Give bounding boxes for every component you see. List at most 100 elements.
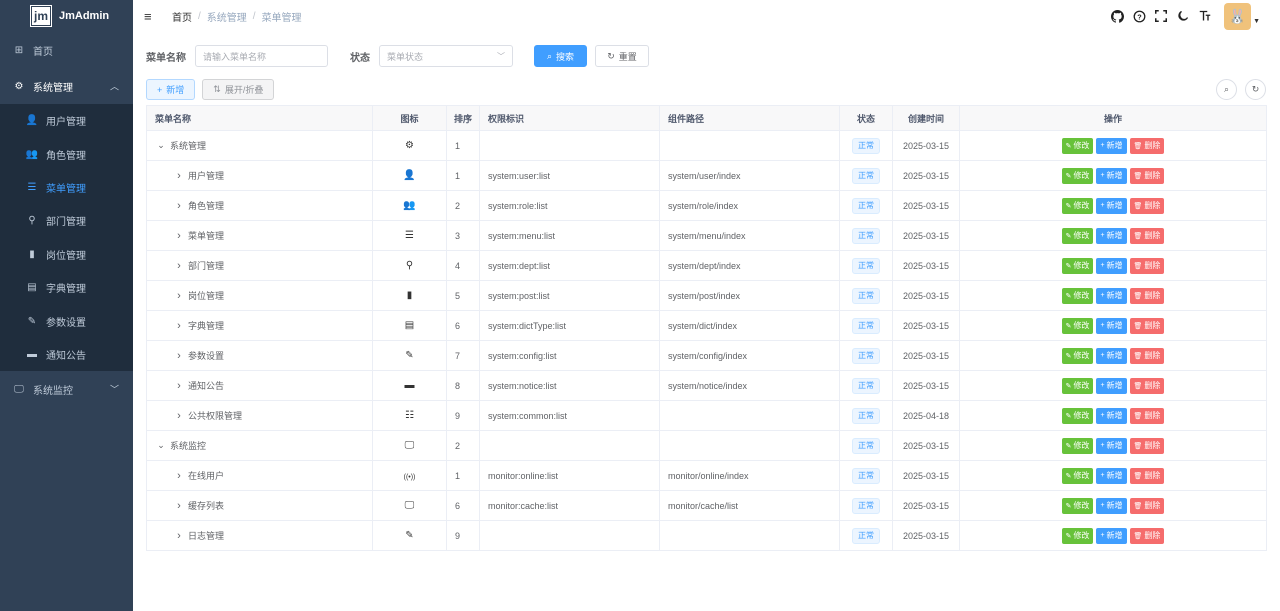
add-button[interactable]: + 新增 <box>146 79 196 100</box>
status-select[interactable]: 菜单状态 ﹀ <box>379 45 513 67</box>
chevron-right-icon[interactable]: › <box>173 500 185 512</box>
menu-name-cell: › 日志管理 <box>146 520 373 551</box>
delete-button[interactable]: 🗑 删除 <box>1129 287 1165 304</box>
chevron-right-icon[interactable]: › <box>173 170 185 182</box>
refresh-button[interactable]: ↻ <box>1245 79 1266 100</box>
delete-button[interactable]: 🗑 删除 <box>1129 167 1165 184</box>
delete-button[interactable]: 🗑 删除 <box>1129 227 1165 244</box>
font-size-icon[interactable] <box>1194 5 1216 27</box>
chevron-right-icon[interactable]: › <box>173 230 185 242</box>
sidebar-subitem[interactable]: ▤ 字典管理 <box>0 271 133 304</box>
chevron-right-icon[interactable]: › <box>173 410 185 422</box>
svg-text:?: ? <box>1137 12 1142 21</box>
search-button[interactable]: ⌕ 搜索 <box>534 45 587 67</box>
edit-button[interactable]: ✎ 修改 <box>1061 317 1094 334</box>
edit-button[interactable]: ✎ 修改 <box>1061 167 1094 184</box>
add-child-button[interactable]: + 新增 <box>1096 497 1127 514</box>
theme-moon-icon[interactable] <box>1172 5 1194 27</box>
edit-button[interactable]: ✎ 修改 <box>1061 377 1094 394</box>
edit-button[interactable]: ✎ 修改 <box>1061 347 1094 364</box>
menu-name-input[interactable]: 请输入菜单名称 <box>195 45 328 67</box>
add-child-button[interactable]: + 新增 <box>1096 467 1127 484</box>
edit-button[interactable]: ✎ 修改 <box>1061 527 1094 544</box>
delete-button[interactable]: 🗑 删除 <box>1129 347 1165 364</box>
chevron-right-icon[interactable]: › <box>173 320 185 332</box>
sidebar-subitem[interactable]: ▮ 岗位管理 <box>0 238 133 271</box>
delete-button[interactable]: 🗑 删除 <box>1129 377 1165 394</box>
delete-button[interactable]: 🗑 删除 <box>1129 197 1165 214</box>
row-actions: ✎ 修改 + 新增 🗑 删除 <box>960 497 1266 514</box>
hamburger-icon[interactable]: ≡ <box>144 9 158 24</box>
add-child-button[interactable]: + 新增 <box>1096 527 1127 544</box>
created-cell: 2025-03-15 <box>892 370 960 401</box>
plus-icon: + <box>157 84 163 95</box>
breadcrumb-home[interactable]: 首页 <box>172 9 192 24</box>
help-icon[interactable]: ? <box>1128 5 1150 27</box>
edit-button[interactable]: ✎ 修改 <box>1061 287 1094 304</box>
edit-button[interactable]: ✎ 修改 <box>1061 407 1094 424</box>
delete-button[interactable]: 🗑 删除 <box>1129 407 1165 424</box>
delete-button[interactable]: 🗑 删除 <box>1129 497 1165 514</box>
chevron-right-icon[interactable]: › <box>173 380 185 392</box>
chevron-right-icon[interactable]: › <box>173 530 185 542</box>
add-child-button[interactable]: + 新增 <box>1096 137 1127 154</box>
reset-button[interactable]: ↻ 重置 <box>595 45 649 67</box>
status-cell: 正常 <box>839 430 893 461</box>
add-child-button[interactable]: + 新增 <box>1096 287 1127 304</box>
menu-name-cell: ⌄ 系统管理 <box>146 130 373 161</box>
expand-toggle-button[interactable]: ⇅ 展开/折叠 <box>202 79 275 100</box>
edit-button[interactable]: ✎ 修改 <box>1061 467 1094 484</box>
delete-button[interactable]: 🗑 删除 <box>1129 527 1165 544</box>
sidebar-subitem[interactable]: ☰ 菜单管理 <box>0 171 133 204</box>
add-child-button[interactable]: + 新增 <box>1096 197 1127 214</box>
delete-button[interactable]: 🗑 删除 <box>1129 137 1165 154</box>
add-child-button[interactable]: + 新增 <box>1096 227 1127 244</box>
delete-button[interactable]: 🗑 删除 <box>1129 437 1165 454</box>
sidebar-subitem[interactable]: 👤 用户管理 <box>0 104 133 137</box>
sidebar-item-home[interactable]: ⊞ 首页 <box>0 32 133 68</box>
delete-button[interactable]: 🗑 删除 <box>1129 467 1165 484</box>
add-child-button[interactable]: + 新增 <box>1096 437 1127 454</box>
menu-name-cell: › 参数设置 <box>146 340 373 371</box>
delete-button[interactable]: 🗑 删除 <box>1129 317 1165 334</box>
chevron-right-icon[interactable]: › <box>173 470 185 482</box>
plus-icon: + <box>1100 472 1105 479</box>
add-child-button[interactable]: + 新增 <box>1096 257 1127 274</box>
menu-name: 菜单管理 <box>188 231 225 241</box>
chevron-right-icon[interactable]: › <box>173 350 185 362</box>
sidebar-subitem[interactable]: ⚲ 部门管理 <box>0 204 133 237</box>
delete-button[interactable]: 🗑 删除 <box>1129 257 1165 274</box>
edit-button[interactable]: ✎ 修改 <box>1061 227 1094 244</box>
op-label: 删除 <box>1144 471 1161 480</box>
chevron-down-icon[interactable]: ⌄ <box>155 440 167 451</box>
edit-button[interactable]: ✎ 修改 <box>1061 437 1094 454</box>
caret-down-icon[interactable]: ▼ <box>1253 18 1260 25</box>
op-label: 修改 <box>1073 351 1090 360</box>
add-child-button[interactable]: + 新增 <box>1096 317 1127 334</box>
edit-button[interactable]: ✎ 修改 <box>1061 257 1094 274</box>
logo[interactable]: jm JmAdmin <box>0 0 133 32</box>
status-cell: 正常 <box>839 460 893 491</box>
chevron-right-icon[interactable]: › <box>173 200 185 212</box>
chevron-down-icon[interactable]: ⌄ <box>155 140 167 151</box>
sidebar-item-system[interactable]: ⚙ 系统管理 ︿ <box>0 68 133 104</box>
edit-button[interactable]: ✎ 修改 <box>1061 197 1094 214</box>
toggle-search-button[interactable]: ⌕ <box>1216 79 1237 100</box>
edit-button[interactable]: ✎ 修改 <box>1061 497 1094 514</box>
add-child-button[interactable]: + 新增 <box>1096 347 1127 364</box>
add-child-button[interactable]: + 新增 <box>1096 167 1127 184</box>
github-icon[interactable] <box>1106 5 1128 27</box>
fullscreen-icon[interactable] <box>1150 5 1172 27</box>
avatar[interactable]: 🐰 <box>1224 2 1252 30</box>
chevron-right-icon[interactable]: › <box>173 260 185 272</box>
sidebar-subitem[interactable]: 👥 角色管理 <box>0 137 133 170</box>
add-child-button[interactable]: + 新增 <box>1096 407 1127 424</box>
add-child-button[interactable]: + 新增 <box>1096 377 1127 394</box>
table-toolbar: + 新增 ⇅ 展开/折叠 <box>146 79 275 100</box>
chevron-right-icon[interactable]: › <box>173 290 185 302</box>
sidebar-item-monitor[interactable]: 🖵 系统监控 ﹀ <box>0 371 133 407</box>
edit-button[interactable]: ✎ 修改 <box>1061 137 1094 154</box>
created-cell: 2025-03-15 <box>892 490 960 521</box>
sidebar-subitem[interactable]: ✎ 参数设置 <box>0 304 133 337</box>
sidebar-subitem[interactable]: ▬ 通知公告 <box>0 338 133 371</box>
